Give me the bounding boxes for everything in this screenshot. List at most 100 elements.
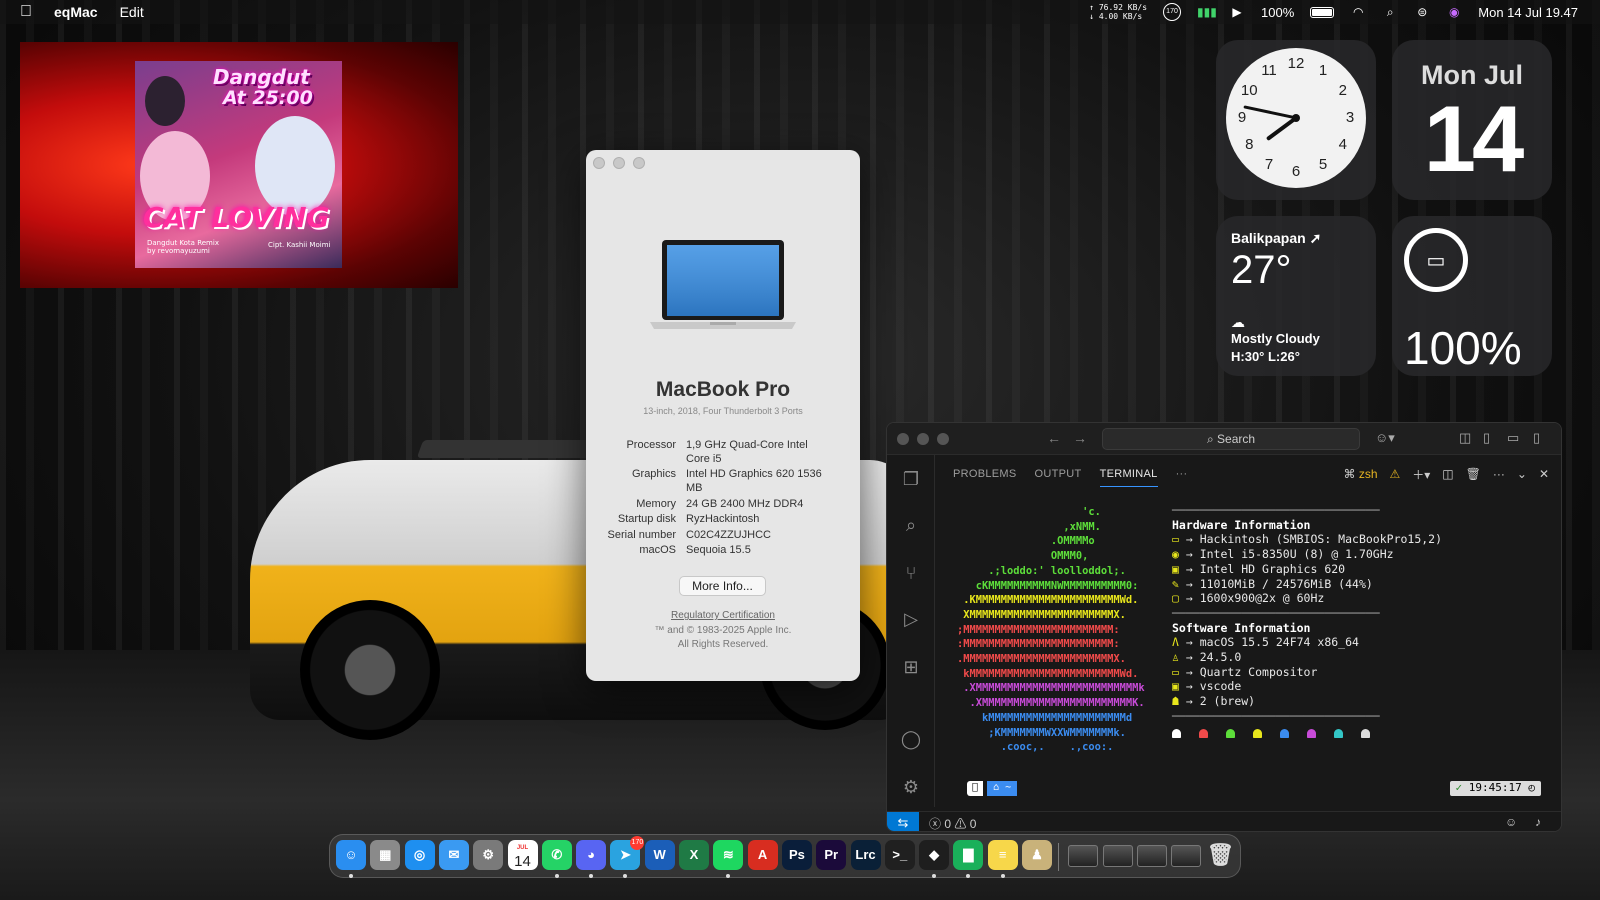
apple-logo-icon[interactable]:  [20,3,32,21]
dock-running-dot [1000,874,1005,878]
dock-minimized-window[interactable] [1068,845,1099,867]
more-actions-icon[interactable]: ··· [1493,467,1505,481]
dock-photoshop-icon[interactable]: Ps [781,840,812,870]
dock-whatsapp-icon[interactable]: ✆ [541,840,572,870]
ascii-line: .MMMMMMMMMMMMMMMMMMMMMMMMX. [957,653,1126,666]
problems-indicator[interactable]: ⓧ 0 ⚠ 0 [929,815,976,831]
vscode-window[interactable]: ← → ⌕ Search ☺▾ ◫ ▯ ▭ ▯ ❐ ⌕ ⑂ ▷ ⊞ ◯ ⚙ PR… [886,422,1562,832]
now-playing-icon[interactable]: ▶ [1229,5,1245,19]
control-center-icon[interactable]: ⊜ [1414,5,1430,19]
dock-word-icon[interactable]: W [644,840,675,870]
dock-acrobat-icon[interactable]: A [747,840,778,870]
remote-icon[interactable]: ⇆ [887,812,919,831]
dock-premiere-icon[interactable]: Pr [816,840,847,870]
minimize-button[interactable] [917,433,929,445]
art-right-credit: Cipt. Kashii Moimi [268,241,331,249]
battery-widget[interactable]: ▭ 100% [1392,216,1552,376]
eqmac-waveform-icon[interactable]: ▮▮▮ [1197,5,1217,19]
calendar-widget[interactable]: Mon Jul 14 [1392,40,1552,200]
zoom-button[interactable] [937,433,949,445]
search-icon: ⌕ [1206,432,1218,446]
forward-arrow-icon[interactable]: → [1073,430,1087,446]
regulatory-link[interactable]: Regulatory Certification [586,610,860,621]
menu-clock[interactable]: Mon 14 Jul 19.47 [1478,5,1578,20]
command-search-input[interactable]: ⌕ Search [1102,428,1360,450]
dock-notes-icon[interactable]: ≡ [987,840,1018,870]
battery-icon[interactable] [1310,6,1335,18]
dock-spotify-icon[interactable]: ≋ [713,840,744,870]
close-button[interactable] [593,157,605,169]
sidebar-toggle-icon[interactable]: ▯ [1483,430,1490,446]
extensions-icon[interactable]: ⊞ [899,655,923,679]
dock-minimized-window[interactable] [1136,845,1167,867]
bell-icon[interactable]: ♪ [1535,815,1541,829]
minimize-button[interactable] [613,157,625,169]
copilot-icon[interactable]: ☺▾ [1375,430,1395,446]
close-button[interactable] [897,433,909,445]
network-stats[interactable]: ↑ 76.92 KB/s ↓ 4.00 KB/s [1089,3,1147,21]
siri-icon[interactable]: ◉ [1446,5,1462,19]
dock-vscode-icon[interactable]: ◆ [919,840,950,870]
secondary-sidebar-icon[interactable]: ▯ [1533,430,1540,446]
layout-toggle-icon[interactable]: ◫ [1459,430,1471,446]
source-control-icon[interactable]: ⑂ [899,561,923,585]
dock-discord-icon[interactable]: ◕ [576,840,607,870]
dock-excel-icon[interactable]: X [679,840,709,870]
panel-toggle-icon[interactable]: ▭ [1507,430,1519,446]
dock-eqmac-icon[interactable]: ▇ [953,840,984,870]
dock-minimized-window[interactable] [1102,845,1133,867]
dock-lightroom-icon[interactable]: Lrc [850,840,881,870]
menu-bar:  eqMac Edit ↑ 76.92 KB/s ↓ 4.00 KB/s 17… [0,0,1600,24]
cpu-monitor-icon[interactable]: 170 [1163,3,1182,21]
dock-trash-icon[interactable]: 🗑 [1206,840,1236,870]
weather-condition: Mostly Cloudy [1231,331,1320,346]
chevron-down-icon[interactable]: ⌄ [1517,467,1527,481]
clock-widget[interactable]: 12 1 2 3 4 5 6 7 8 9 10 11 [1216,40,1376,200]
zoom-button[interactable] [633,157,645,169]
close-panel-icon[interactable]: ✕ [1539,467,1549,481]
battery-percent[interactable]: 100% [1261,5,1294,20]
search-icon[interactable]: ⌕ [1382,5,1398,19]
menu-edit[interactable]: Edit [120,4,144,20]
tab-problems[interactable]: PROBLEMS [953,462,1017,486]
dock-launchpad-icon[interactable]: ▦ [370,840,401,870]
activity-bar: ❐ ⌕ ⑂ ▷ ⊞ ◯ ⚙ [887,455,935,807]
new-terminal-icon[interactable]: ＋▾ [1412,466,1430,483]
model-subtitle: 13-inch, 2018, Four Thunderbolt 3 Ports [643,406,803,416]
info-row-icon: ▭ [1172,664,1186,679]
tab-terminal[interactable]: TERMINAL [1099,462,1158,487]
dock-calendar-icon[interactable]: JUL 14 [507,840,538,870]
dock-finder-icon[interactable]: ☺ [336,840,366,870]
dock-mail-icon[interactable]: ✉ [438,840,469,870]
dock-automator-icon[interactable]: ♟ [1022,840,1052,870]
back-arrow-icon[interactable]: ← [1047,430,1061,446]
terminal-prompt[interactable]:  ⌂ ~ [967,781,1018,796]
dock-settings-icon[interactable]: ⚙ [473,840,504,870]
ascii-line: .XMMMMMMMMMMMMMMMMMMMMMMMMK. [957,697,1145,710]
dock-terminal-icon[interactable]: >_ [884,840,915,870]
dock-safari-icon[interactable]: ◎ [404,840,435,870]
dock-minimized-window[interactable] [1171,845,1202,867]
run-debug-icon[interactable]: ▷ [899,607,923,631]
account-icon[interactable]: ◯ [899,727,923,751]
info-separator: ────────────────────────────── [1172,708,1380,723]
wifi-icon[interactable]: ◠ [1350,5,1366,19]
tab-output[interactable]: OUTPUT [1035,462,1082,486]
about-this-mac-window[interactable]: MacBook Pro 13-inch, 2018, Four Thunderb… [586,150,860,681]
weather-widget[interactable]: Balikpapan ➚ 27° ☁ Mostly Cloudy H:30° L… [1216,216,1376,376]
more-info-button[interactable]: More Info... [679,576,766,596]
explorer-icon[interactable]: ❐ [899,467,923,491]
terminal-shell-icon[interactable]: ⌘ zsh [1343,467,1377,481]
split-terminal-icon[interactable]: ◫ [1442,467,1453,481]
info-heading: Hardware Information [1172,517,1311,532]
clock-number: 1 [1318,62,1328,80]
now-playing-artwork-window[interactable]: Dangdut At 25:00 CAT LOVING Dangdut Kota… [20,42,458,288]
trash-icon[interactable]: 🗑 [1466,467,1481,481]
manage-gear-icon[interactable]: ⚙ [899,775,923,799]
tab-more[interactable]: ··· [1176,462,1188,486]
info-row-icon: ◉ [1172,547,1186,562]
app-menu-name[interactable]: eqMac [54,4,98,20]
search-icon[interactable]: ⌕ [899,513,923,537]
terminal-output[interactable]: 'c. ,xNMM. .OMMMMo OMMM0, .;loddo:' lool… [935,495,1561,805]
copilot-status-icon[interactable]: ☺ [1505,815,1517,829]
